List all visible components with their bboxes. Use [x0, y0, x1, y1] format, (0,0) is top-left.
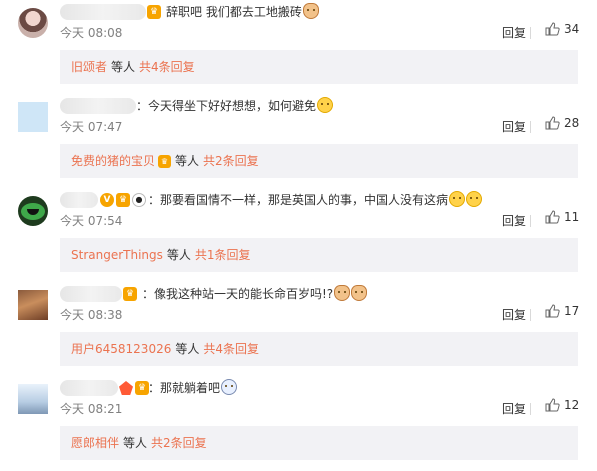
verified-badge-icon: V [100, 193, 114, 207]
laughing-emoji-icon [449, 191, 466, 207]
like-count: 11 [564, 210, 580, 224]
like-button[interactable]: 12 [545, 398, 579, 412]
panda-badge-icon: ● [132, 193, 146, 207]
avatar[interactable] [18, 102, 48, 132]
avatar[interactable] [18, 290, 48, 320]
comment-time: 今天 07:54 [60, 214, 123, 228]
divider [530, 309, 531, 321]
laughing-emoji-icon [466, 191, 483, 207]
user-badges: ♛ [123, 286, 137, 302]
like-count: 17 [564, 304, 580, 318]
username-blurred[interactable] [60, 4, 146, 20]
like-button[interactable]: 17 [545, 304, 579, 318]
sub-reply-user[interactable]: 免费的猪的宝贝 [71, 144, 155, 178]
sub-reply-mid: 等人 [175, 342, 200, 356]
comment-time: 今天 07:47 [60, 120, 123, 134]
cat-emoji-icon [334, 285, 351, 301]
sub-replies-panel[interactable]: 愿郎相伴 等人 共2条回复 [60, 426, 578, 460]
username-blurred[interactable] [60, 192, 98, 208]
view-replies-link[interactable]: 共2条回复 [151, 426, 207, 460]
comment-time: 今天 08:38 [60, 308, 123, 322]
view-replies-link[interactable]: 共1条回复 [195, 238, 251, 272]
thumbs-up-icon [545, 398, 560, 412]
reply-button[interactable]: 回复 [502, 306, 526, 323]
comment-item: ♛ 辞职吧 我们都去工地搬砖 今天 08:08 回复 34 旧颂者 等人 共4条… [0, 0, 597, 94]
comment-item: ：今天得坐下好好想想，如何避免 今天 07:47 回复 28 免费的猪的宝贝 ♛… [0, 94, 597, 188]
sub-reply-user[interactable]: StrangerThings [71, 238, 163, 272]
thumbs-up-icon [545, 116, 560, 130]
vip-badge-icon: ♛ [123, 287, 137, 301]
reply-button[interactable]: 回复 [502, 118, 526, 135]
avatar[interactable] [18, 384, 48, 414]
view-replies-link[interactable]: 共2条回复 [203, 144, 259, 178]
user-badges: ♛ [147, 4, 161, 20]
comment-item: ♛ ：那就躺着吧 今天 08:21 回复 12 愿郎相伴 等人 共2条回复 [0, 376, 597, 470]
comment-item: V ♛ ● ：那要看国情不一样，那是英国人的事，中国人没有这病 今天 07:54… [0, 188, 597, 282]
user-badges: V ♛ ● [100, 192, 146, 208]
divider [530, 27, 531, 39]
comment-item: ♛ ：像我这种站一天的能长命百岁吗!? 今天 08:38 回复 17 用户645… [0, 282, 597, 376]
like-button[interactable]: 34 [545, 22, 579, 36]
comment-text: ：那要看国情不一样，那是英国人的事，中国人没有这病 [148, 190, 483, 210]
divider [530, 215, 531, 227]
reply-button[interactable]: 回复 [502, 400, 526, 417]
reply-button[interactable]: 回复 [502, 212, 526, 229]
sly-face-emoji-icon [317, 97, 334, 113]
divider [530, 403, 531, 415]
sub-replies-panel[interactable]: 旧颂者 等人 共4条回复 [60, 50, 578, 84]
thumbs-up-icon [545, 210, 560, 224]
avatar[interactable] [18, 196, 48, 226]
vip-badge-icon: ♛ [135, 381, 149, 395]
divider [530, 121, 531, 133]
sub-reply-user[interactable]: 旧颂者 [71, 50, 107, 84]
cat-emoji-icon [302, 3, 319, 19]
username-blurred[interactable] [60, 380, 118, 396]
comment-text: 辞职吧 我们都去工地搬砖 [166, 2, 319, 22]
sub-replies-panel[interactable]: 用户6458123026 等人 共4条回复 [60, 332, 578, 366]
avatar[interactable] [18, 8, 48, 38]
cat-emoji-icon [351, 285, 368, 301]
sub-reply-mid: 等人 [166, 248, 191, 262]
sub-reply-mid: 等人 [123, 436, 148, 450]
reply-button[interactable]: 回复 [502, 24, 526, 41]
thumbs-up-icon [545, 22, 560, 36]
like-count: 28 [564, 116, 580, 130]
sub-replies-panel[interactable]: 免费的猪的宝贝 ♛ 等人 共2条回复 [60, 144, 578, 178]
like-button[interactable]: 28 [545, 116, 579, 130]
like-button[interactable]: 11 [545, 210, 579, 224]
vip-badge-icon: ♛ [158, 154, 172, 168]
view-replies-link[interactable]: 共4条回复 [139, 50, 195, 84]
view-replies-link[interactable]: 共4条回复 [203, 332, 259, 366]
username-blurred[interactable] [60, 98, 136, 114]
comment-time: 今天 08:21 [60, 402, 123, 416]
comment-list: ♛ 辞职吧 我们都去工地搬砖 今天 08:08 回复 34 旧颂者 等人 共4条… [0, 0, 597, 471]
vip-badge-icon: ♛ [116, 193, 130, 207]
sub-reply-user[interactable]: 愿郎相伴 [71, 426, 119, 460]
vip-badge-icon: ♛ [147, 5, 161, 19]
scared-face-emoji-icon [221, 379, 238, 395]
sub-reply-mid: 等人 [175, 154, 200, 168]
thumbs-up-icon [545, 304, 560, 318]
like-count: 34 [564, 22, 580, 36]
red-badge-icon [119, 381, 133, 395]
comment-text: ：今天得坐下好好想想，如何避免 [136, 96, 334, 116]
like-count: 12 [564, 398, 580, 412]
comment-text: ：那就躺着吧 [148, 378, 238, 398]
user-badges: ♛ [119, 380, 149, 396]
sub-reply-user[interactable]: 用户6458123026 [71, 332, 171, 366]
comment-text: ：像我这种站一天的能长命百岁吗!? [142, 284, 368, 304]
username-blurred[interactable] [60, 286, 122, 302]
sub-reply-mid: 等人 [111, 60, 136, 74]
comment-time: 今天 08:08 [60, 26, 123, 40]
sub-replies-panel[interactable]: StrangerThings 等人 共1条回复 [60, 238, 578, 272]
